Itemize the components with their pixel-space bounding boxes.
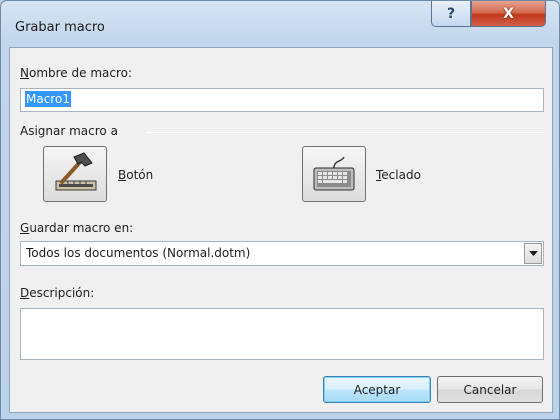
assign-to-keyboard-button[interactable] [302,146,366,202]
ok-button[interactable]: Aceptar [323,376,431,403]
assign-keyboard-label: Teclado [376,168,421,182]
close-button[interactable]: X [471,1,546,27]
keyboard-icon [313,156,355,191]
macro-name-input[interactable]: Macro1 [20,88,544,112]
macro-name-value: Macro1 [25,91,71,107]
assign-button-label: Botón [118,168,154,182]
description-label: Descripción: [20,286,95,300]
dropdown-arrow-button[interactable] [524,243,542,264]
store-macro-in-dropdown[interactable]: Todos los documentos (Normal.dotm) [20,241,544,266]
store-macro-label: Guardar macro en: [20,221,134,235]
hammer-icon [55,152,97,191]
record-macro-dialog: Grabar macro ? X Nombre de macro: Macro1… [0,0,560,420]
dialog-body: Nombre de macro: Macro1 Asignar macro a [9,47,553,413]
description-textarea[interactable] [20,308,544,360]
help-icon: ? [446,5,456,22]
assign-macro-label: Asignar macro a [20,124,118,138]
close-icon: X [503,5,514,22]
title-bar[interactable]: Grabar macro ? X [1,1,559,47]
chevron-down-icon [528,250,538,256]
store-macro-selected-value: Todos los documentos (Normal.dotm) [26,246,251,260]
assign-group-divider [146,132,544,133]
cancel-button[interactable]: Cancelar [437,376,543,403]
help-button[interactable]: ? [431,1,471,27]
macro-name-label: Nombre de macro: [20,66,133,80]
dialog-title: Grabar macro [15,20,105,35]
assign-to-button-button[interactable] [43,146,107,202]
